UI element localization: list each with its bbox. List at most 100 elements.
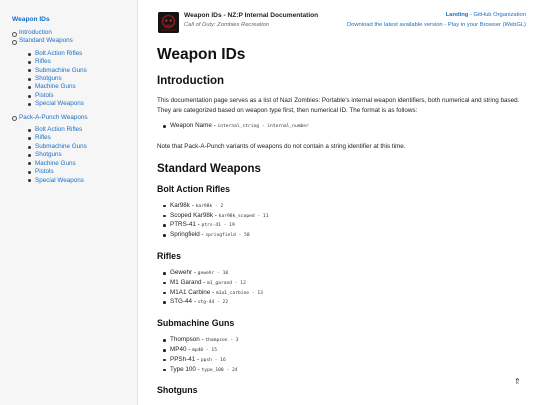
format-name: Weapon Name [170,122,212,129]
sidebar-item-pack-a-punch: Pack-A-Punch Weapons Bolt Action Rifles … [12,114,137,185]
format-item: Weapon Name - internal_string - internal… [163,122,531,132]
sidebar-link-pap-machine-guns[interactable]: Machine Guns [35,160,76,167]
weapon-name: Scoped Kar98k [170,211,214,219]
sidebar-link-pap-submachine-guns[interactable]: Submachine Guns [35,143,87,150]
section-heading-submachine-guns: Submachine Guns [157,318,235,329]
sidebar-link-machine-guns[interactable]: Machine Guns [35,83,76,90]
introduction-heading: Introduction [157,75,225,87]
sidebar-link-pap-pistols[interactable]: Pistols [35,168,54,175]
nzp-logo-icon [158,12,179,33]
weapon-item: Gewehr - gewehr - 10 [163,269,531,279]
weapon-name: STG-44 [170,298,193,306]
play-in-browser-link[interactable]: Play in your Browser (WebGL) [448,22,526,28]
weapon-name: Thompson [170,336,200,344]
sidebar-link-pap-rifles[interactable]: Rifles [35,134,51,141]
sidebar-item-standard-weapons: Standard Weapons Bolt Action Rifles Rifl… [12,37,137,108]
weapon-code: m1a1_carbine - 13 [215,290,263,296]
weapon-code: kar98k - 2 [195,203,224,209]
sidebar-link-shotguns[interactable]: Shotguns [35,75,62,82]
sidebar-sublist-pap: Bolt Action Rifles Rifles Submachine Gun… [28,126,137,185]
sidebar-subitem: Rifles [28,134,137,142]
back-to-top-icon[interactable]: ⇑ [514,377,521,386]
weapon-item: PPSh-41 - ppsh - 16 [163,356,531,366]
weapon-code: springfield - 58 [205,233,250,239]
sidebar-subitem: Pistols [28,92,137,100]
weapon-name: Kar98k [170,201,190,209]
sidebar-link-pap-special-weapons[interactable]: Special Weapons [35,177,84,184]
sidebar-subitem: Pistols [28,168,137,176]
sidebar-link-pistols[interactable]: Pistols [35,92,54,99]
weapon-item: Scoped Kar98k - kar98k_scoped - 11 [163,212,531,222]
page-title: Weapon IDs [157,46,246,63]
sidebar-link-special-weapons[interactable]: Special Weapons [35,100,84,107]
format-list: Weapon Name - internal_string - internal… [163,122,531,132]
weapon-item: M1A1 Carbine - m1a1_carbine - 13 [163,289,531,299]
weapon-name: MP40 [170,345,187,353]
sidebar-link-rifles[interactable]: Rifles [35,58,51,65]
weapon-name: Springfield [170,231,200,239]
main-content: Weapon IDs Introduction This documentati… [157,46,531,403]
github-organization-link[interactable]: GitHub Organization [473,12,526,18]
pack-a-punch-note: Note that Pack-A-Punch variants of weapo… [157,142,406,150]
sidebar-link-bolt-action-rifles[interactable]: Bolt Action Rifles [35,50,82,57]
sidebar-item-introduction: Introduction [12,29,137,37]
landing-link[interactable]: Landing [446,12,469,18]
page-header: Weapon IDs - NZ:P Internal Documentation… [150,11,532,35]
sidebar-subitem: Machine Guns [28,83,137,91]
sidebar-link-pack-a-punch-weapons[interactable]: Pack-A-Punch Weapons [19,114,88,121]
sidebar-toc: Introduction Standard Weapons Bolt Actio… [12,29,137,185]
header-links-bottom: Download the latest available version - … [347,22,526,28]
weapon-name: M1 Garand [170,278,202,286]
sidebar-link-introduction[interactable]: Introduction [19,29,52,36]
weapon-item: Springfield - springfield - 58 [163,231,531,241]
sidebar-subitem: Submachine Guns [28,143,137,151]
weapon-item: Type 100 - type_100 - 24 [163,366,531,376]
introduction-text: This documentation page serves as a list… [157,97,520,114]
sidebar-subitem: Special Weapons [28,177,137,185]
sidebar-link-pap-shotguns[interactable]: Shotguns [35,151,62,158]
weapon-code: ptrs-41 - 19 [201,223,235,229]
sidebar-nav: Weapon IDs Introduction Standard Weapons… [0,0,138,405]
weapon-item: Kar98k - kar98k - 2 [163,202,531,212]
sidebar-link-submachine-guns[interactable]: Submachine Guns [35,67,87,74]
weapon-code: ppsh - 16 [200,357,226,363]
sidebar-subitem: Machine Guns [28,160,137,168]
weapon-item: PTRS-41 - ptrs-41 - 19 [163,221,531,231]
sidebar-subitem: Submachine Guns [28,67,137,75]
weapon-item: MP40 - mp40 - 15 [163,346,531,356]
format-code: internal_string - internal_number [217,124,309,129]
weapon-name: PTRS-41 [170,221,196,229]
standard-weapons-heading: Standard Weapons [157,162,261,175]
sidebar-subitem: Bolt Action Rifles [28,50,137,58]
weapon-list-bolt-action-rifles: Kar98k - kar98k - 2 Scoped Kar98k - kar9… [163,202,531,241]
download-latest-link[interactable]: Download the latest available version [347,22,443,28]
weapon-name: M1A1 Carbine [170,288,211,296]
weapon-list-submachine-guns: Thompson - thompson - 3 MP40 - mp40 - 15… [163,336,531,375]
sidebar-subitem: Special Weapons [28,100,137,108]
sidebar-link-pap-bolt-action-rifles[interactable]: Bolt Action Rifles [35,126,82,133]
weapon-code: type_100 - 24 [201,367,238,373]
weapon-list-rifles: Gewehr - gewehr - 10 M1 Garand - m1_gara… [163,269,531,308]
weapon-name: Type 100 [170,365,196,373]
weapon-code: mp40 - 15 [192,347,217,353]
section-heading-bolt-action-rifles: Bolt Action Rifles [157,183,230,194]
weapon-item: Thompson - thompson - 3 [163,336,531,346]
header-subtitle: Call of Duty: Zombies Recreation [184,22,270,28]
weapon-item: STG-44 - stg-44 - 22 [163,298,531,308]
sidebar-subitem: Shotguns [28,75,137,83]
weapon-code: thompson - 3 [205,338,239,344]
weapon-name: Gewehr [170,268,193,276]
sidebar-title-link[interactable]: Weapon IDs [12,16,137,23]
section-heading-shotguns: Shotguns [157,385,198,396]
sidebar-sublist-standard: Bolt Action Rifles Rifles Submachine Gun… [28,50,137,109]
weapon-code: stg-44 - 22 [197,300,229,306]
weapon-code: gewehr - 10 [197,270,229,276]
sidebar-subitem: Rifles [28,58,137,66]
header-title: Weapon IDs - NZ:P Internal Documentation [184,12,319,19]
sidebar-link-standard-weapons[interactable]: Standard Weapons [19,37,73,44]
weapon-name: PPSh-41 [170,355,196,363]
sidebar-subitem: Bolt Action Rifles [28,126,137,134]
weapon-code: kar98k_scoped - 11 [218,213,269,219]
header-links-top: Landing - GitHub Organization [446,12,526,18]
sidebar-subitem: Shotguns [28,151,137,159]
